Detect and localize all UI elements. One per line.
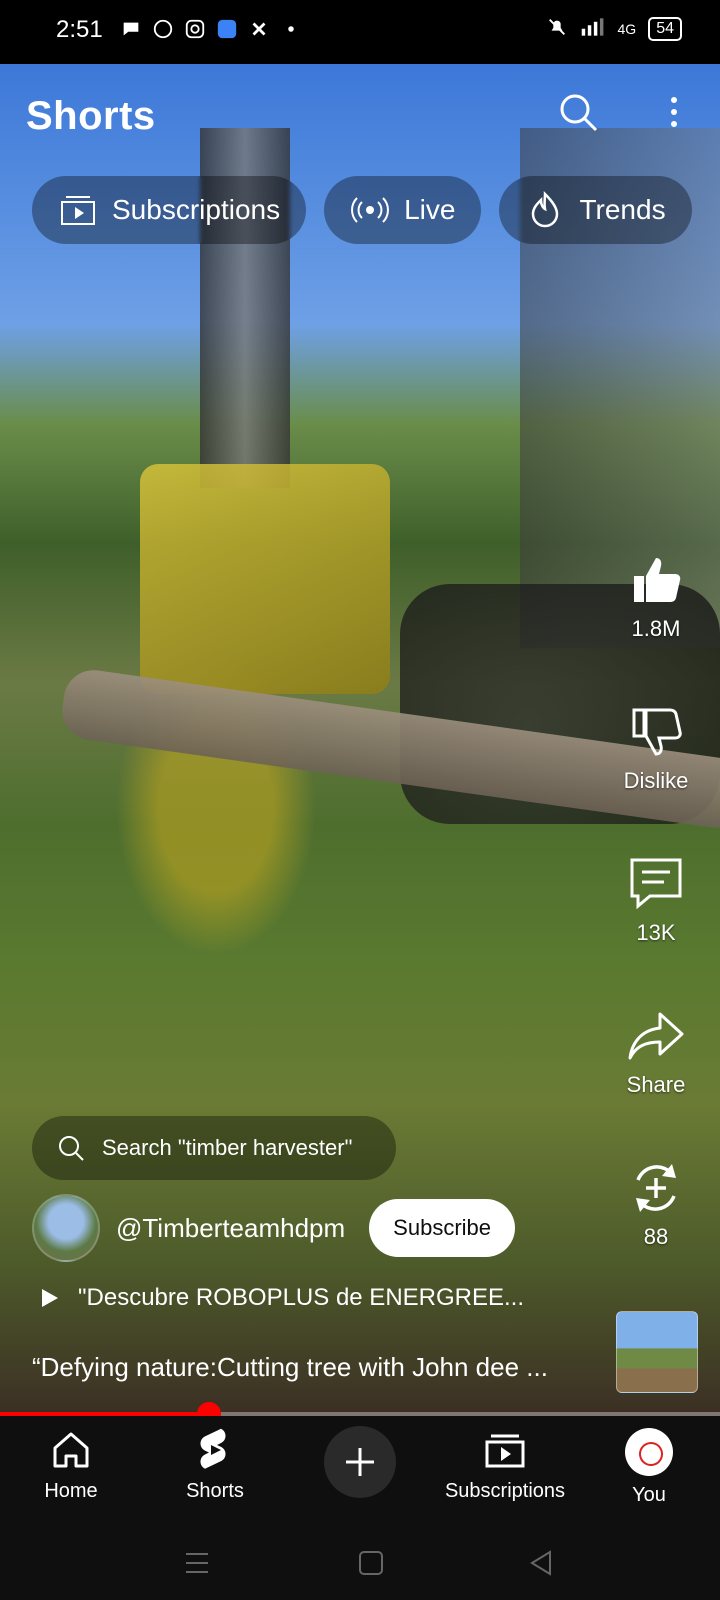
channel-avatar[interactable] <box>32 1194 100 1262</box>
nav-label: Home <box>44 1480 98 1502</box>
chip-label: Trends <box>579 194 666 225</box>
nav-subscriptions[interactable]: Subscriptions <box>440 1428 570 1503</box>
live-icon <box>351 197 390 223</box>
user-avatar <box>625 1428 673 1476</box>
comment-icon <box>624 852 688 916</box>
thumbs-down-icon <box>624 700 688 764</box>
home-icon <box>49 1428 93 1472</box>
like-button[interactable]: 1.8M <box>606 548 706 642</box>
home-button-icon[interactable] <box>356 1548 386 1578</box>
chip-label: Live <box>404 194 456 225</box>
nav-label: You <box>632 1484 666 1506</box>
search-icon[interactable] <box>556 90 600 134</box>
nav-you[interactable]: You <box>584 1428 714 1507</box>
nav-home[interactable]: Home <box>6 1428 136 1503</box>
dislike-button[interactable]: Dislike <box>606 700 706 794</box>
mute-icon <box>546 16 568 41</box>
shorts-icon <box>193 1428 237 1472</box>
battery-indicator: 54 <box>648 16 682 41</box>
network-type: 4G <box>617 20 637 37</box>
comment-count: 13K <box>636 920 676 945</box>
system-nav <box>0 1526 720 1600</box>
thumbs-up-icon <box>624 548 688 612</box>
subscriptions-icon <box>483 1428 527 1472</box>
back-icon[interactable] <box>526 1548 556 1578</box>
subscriptions-icon <box>61 196 95 225</box>
share-icon <box>624 1004 688 1068</box>
share-button[interactable]: Share <box>606 1004 706 1098</box>
chat-icon <box>120 18 142 40</box>
status-right: 4G 54 <box>546 16 682 41</box>
nav-label: Subscriptions <box>444 1480 566 1502</box>
chip-trends[interactable]: Trends <box>499 176 692 244</box>
recent-apps-icon[interactable] <box>182 1548 212 1578</box>
play-icon <box>42 1289 58 1307</box>
music-row[interactable]: "Descubre ROBOPLUS de ENERGREE... <box>38 1284 524 1312</box>
plus-icon <box>346 1448 374 1476</box>
search-icon <box>59 1136 84 1161</box>
channel-row: @Timberteamhdpm Subscribe <box>32 1194 516 1262</box>
top-bar: Shorts <box>0 64 720 176</box>
remix-count: 88 <box>643 1224 669 1249</box>
chip-label: Subscriptions <box>112 194 281 225</box>
signal-icon <box>580 17 606 40</box>
subscribe-button[interactable]: Subscribe <box>369 1199 516 1257</box>
nav-shorts[interactable]: Shorts <box>150 1428 280 1503</box>
dot-icon <box>280 18 302 40</box>
nav-label: Shorts <box>186 1480 244 1502</box>
bottom-nav: Home Shorts Subscriptions You <box>0 1416 720 1526</box>
music-title: "Descubre ROBOPLUS de ENERGREE... <box>78 1284 525 1311</box>
video-harvester-head <box>140 464 390 694</box>
sound-thumbnail[interactable] <box>616 1311 698 1393</box>
dislike-label: Dislike <box>623 768 689 793</box>
like-count: 1.8M <box>631 616 681 641</box>
trends-icon <box>532 190 559 228</box>
pinwheel-icon <box>248 18 270 40</box>
page-title: Shorts <box>26 94 156 138</box>
chip-live[interactable]: Live <box>324 176 482 244</box>
status-bar: 2:51 4G 54 <box>0 0 720 64</box>
notification-icons <box>120 18 302 40</box>
search-suggestion-text: Search "timber harvester" <box>102 1135 353 1160</box>
instagram-icon <box>184 18 206 40</box>
remix-icon <box>624 1156 688 1220</box>
create-button[interactable] <box>324 1426 396 1498</box>
app-icon <box>216 18 238 40</box>
share-label: Share <box>626 1072 686 1097</box>
chip-subscriptions[interactable]: Subscriptions <box>32 176 307 244</box>
whatsapp-icon <box>152 18 174 40</box>
remix-button[interactable]: 88 <box>606 1156 706 1250</box>
feed-chips: Subscriptions Live Trends <box>32 176 692 244</box>
search-suggestion[interactable]: Search "timber harvester" <box>32 1116 396 1180</box>
channel-handle[interactable]: @Timberteamhdpm <box>116 1213 345 1244</box>
video-caption[interactable]: “Defying nature:Cutting tree with John d… <box>32 1352 592 1383</box>
status-time: 2:51 <box>56 16 103 43</box>
comments-button[interactable]: 13K <box>606 852 706 946</box>
more-options-icon[interactable] <box>662 90 686 134</box>
